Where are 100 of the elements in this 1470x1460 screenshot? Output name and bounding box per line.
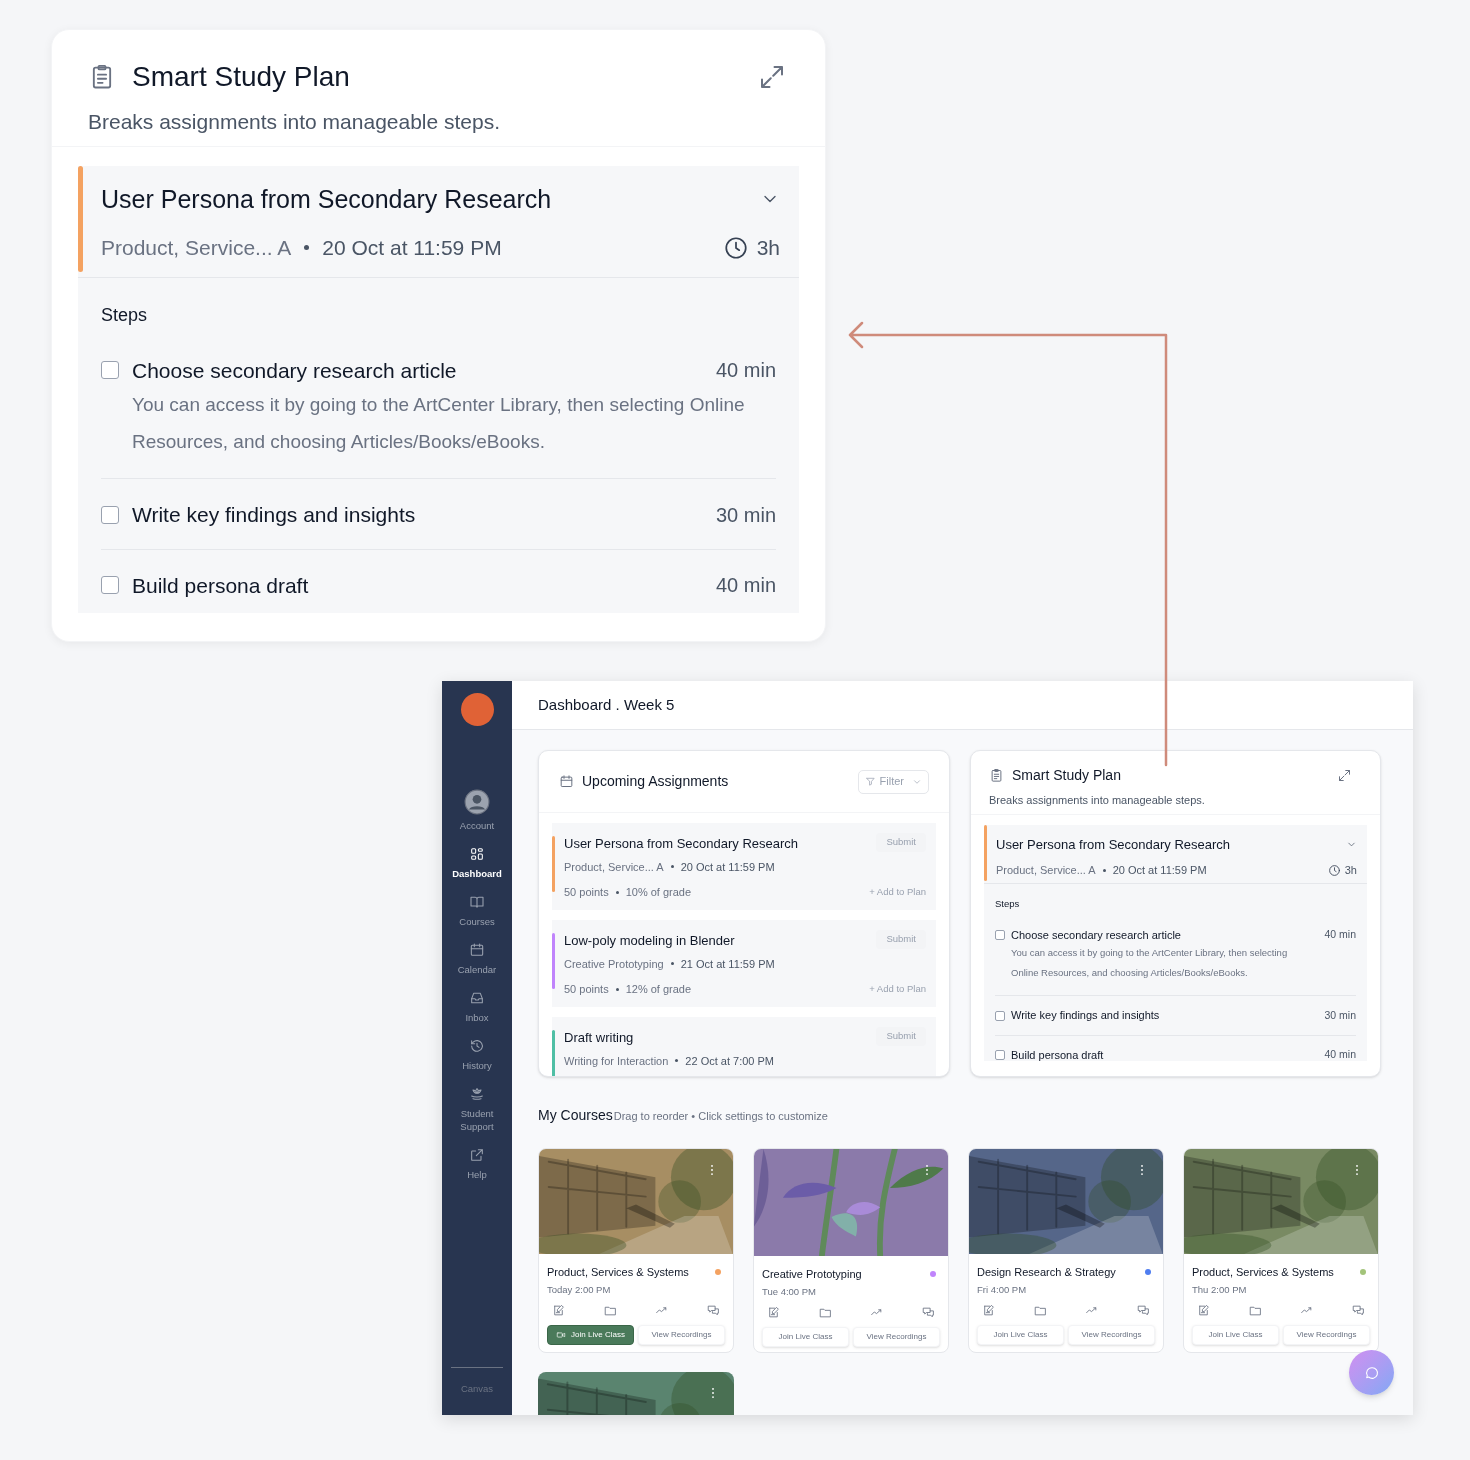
join-live-class-button[interactable]: Join Live Class — [977, 1324, 1064, 1345]
card-title: Smart Study Plan — [132, 60, 351, 94]
due-date: 22 Oct at 7:00 PM — [685, 1053, 774, 1069]
duration-text: 3h — [756, 235, 780, 261]
due-date: 20 Oct at 11:59 PM — [1112, 863, 1207, 878]
avatar-icon — [464, 789, 490, 815]
checkbox[interactable] — [995, 930, 1005, 940]
points-text: 50 points — [564, 982, 609, 997]
checkbox[interactable] — [995, 1010, 1005, 1021]
step-duration: 40 min — [1324, 1047, 1356, 1061]
step-label: Choose secondary research article — [132, 357, 458, 384]
section-title: My Courses — [538, 1106, 613, 1125]
step-duration: 30 min — [1324, 1007, 1356, 1023]
course-title: Creative Prototyping — [762, 1267, 862, 1282]
course-title: Design Research & Strategy — [977, 1265, 1116, 1280]
class-time: Fri 4:00 PM — [977, 1282, 1028, 1297]
sidebar-item[interactable]: Account — [443, 789, 511, 832]
course-card[interactable]: Creative Prototyping Tue 4:00 PM Join Live Class View Recordings — [753, 1148, 949, 1353]
sidebar-item[interactable]: Student Support — [443, 1086, 511, 1133]
course-card[interactable]: Product, Services & Systems Thu 2:00 PM Join Live Class View Recordings — [1183, 1148, 1379, 1353]
due-date: 20 Oct at 11:59 PM — [680, 859, 775, 875]
page-title: Dashboard . Week 5 — [538, 694, 675, 715]
course-name: Creative Prototyping — [564, 956, 664, 972]
footer-label: Canvas — [460, 1383, 494, 1394]
chat-icon[interactable] — [1351, 1303, 1365, 1317]
sidebar-item[interactable]: Courses — [443, 894, 511, 928]
step-note: You can access it by going to the ArtCenter Library, then selecting Online Resources, and choosing Articles/Books/eBooks. — [1011, 946, 1289, 981]
sidebar-item[interactable]: Dashboard — [443, 846, 511, 880]
edit-icon[interactable] — [1197, 1303, 1210, 1317]
assignment-title: Draft writing — [564, 1029, 634, 1047]
assignment-title: User Persona from Secondary Research — [101, 183, 552, 215]
funnel-icon — [864, 776, 876, 787]
step-note: You can access it by going to the ArtCenter Library, then selecting Online Resources, and choosing Articles/Books/eBooks. — [132, 393, 746, 454]
course-name: Product, Service... A — [996, 863, 1096, 878]
section-label: Steps — [101, 303, 149, 327]
assignment-title: User Persona from Secondary Research — [996, 835, 1231, 854]
flower-icon — [469, 1086, 485, 1102]
step-duration: 40 min — [715, 358, 776, 384]
checkbox[interactable] — [101, 361, 119, 380]
assignment-title: User Persona from Secondary Research — [564, 835, 799, 853]
join-live-class-button[interactable]: Join Live Class — [547, 1324, 634, 1345]
edit-icon[interactable] — [982, 1303, 995, 1317]
chat-icon[interactable] — [1136, 1303, 1150, 1317]
step-label: Build persona draft — [1011, 1047, 1105, 1061]
course-name: Writing for Interaction — [564, 1053, 669, 1069]
join-live-class-button[interactable]: Join Live Class — [1192, 1324, 1279, 1345]
step-label: Write key findings and insights — [1011, 1008, 1161, 1024]
external-link-icon — [469, 1147, 485, 1163]
chat-icon[interactable] — [921, 1305, 935, 1319]
course-title: Product, Services & Systems — [1192, 1265, 1334, 1280]
checkbox[interactable] — [995, 1050, 1005, 1060]
calendar-icon — [469, 942, 485, 958]
course-card[interactable]: Design Research & Strategy Fri 4:00 PM Join Live Class View Recordings — [968, 1148, 1164, 1353]
sidebar-item[interactable]: Inbox — [443, 990, 511, 1024]
grade-text: 10% of grade — [625, 885, 692, 900]
edit-icon[interactable] — [767, 1305, 780, 1319]
due-date: 21 Oct at 11:59 PM — [680, 956, 775, 972]
sidebar-item[interactable]: Calendar — [443, 942, 511, 976]
duration-text: 3h — [1344, 863, 1357, 878]
assignment-title: Low-poly modeling in Blender — [564, 932, 735, 950]
step-duration: 30 min — [715, 502, 776, 528]
class-time: Today 2:00 PM — [547, 1282, 612, 1297]
course-title: Product, Services & Systems — [547, 1265, 689, 1280]
clock-icon — [722, 234, 749, 261]
view-recordings-button[interactable]: View Recordings — [853, 1326, 940, 1347]
view-recordings-button[interactable]: View Recordings — [1283, 1324, 1370, 1345]
join-live-class-button[interactable]: Join Live Class — [762, 1326, 849, 1347]
inbox-icon — [469, 990, 485, 1006]
sidebar-item[interactable]: History — [443, 1038, 511, 1072]
due-date: 20 Oct at 11:59 PM — [322, 235, 502, 261]
step-duration: 40 min — [715, 573, 776, 599]
sidebar-item[interactable]: Help — [443, 1147, 511, 1181]
step-label: Build persona draft — [132, 572, 310, 599]
history-icon — [469, 1038, 485, 1054]
card-subtitle: Breaks assignments into manageable steps. — [88, 109, 502, 135]
calendar-icon — [559, 774, 574, 789]
chat-bubble-icon — [1363, 1364, 1380, 1381]
video-camera-icon — [556, 1329, 567, 1340]
view-recordings-button[interactable]: View Recordings — [638, 1324, 725, 1345]
course-name: Product, Service... A — [101, 235, 292, 261]
checkbox[interactable] — [101, 576, 119, 595]
grid-icon — [469, 846, 485, 862]
book-icon — [469, 894, 485, 910]
section-label: Steps — [995, 896, 1021, 911]
view-recordings-button[interactable]: View Recordings — [1068, 1324, 1155, 1345]
step-label: Choose secondary research article — [1011, 927, 1182, 943]
expand-icon[interactable] — [1337, 768, 1352, 783]
card-title: Smart Study Plan — [1012, 766, 1122, 785]
course-card[interactable]: Product, Services & Systems Today 2:00 PM Join Live Class View Recordings — [538, 1148, 734, 1353]
grade-text: 12% of grade — [625, 982, 692, 997]
assignment-item[interactable]: Draft writing Submit Writing for Interaction 22 Oct at 7:00 PM — [552, 1017, 936, 1076]
edit-icon[interactable] — [552, 1303, 565, 1317]
class-time: Thu 2:00 PM — [1192, 1282, 1248, 1297]
clock-icon — [1327, 863, 1341, 877]
card-title: Upcoming Assignments — [582, 772, 730, 791]
checkbox[interactable] — [101, 505, 119, 524]
course-name: Product, Service... A — [564, 859, 664, 875]
chat-icon[interactable] — [706, 1303, 720, 1317]
card-subtitle: Breaks assignments into manageable steps. — [989, 793, 1206, 808]
step-duration: 40 min — [1324, 927, 1356, 943]
